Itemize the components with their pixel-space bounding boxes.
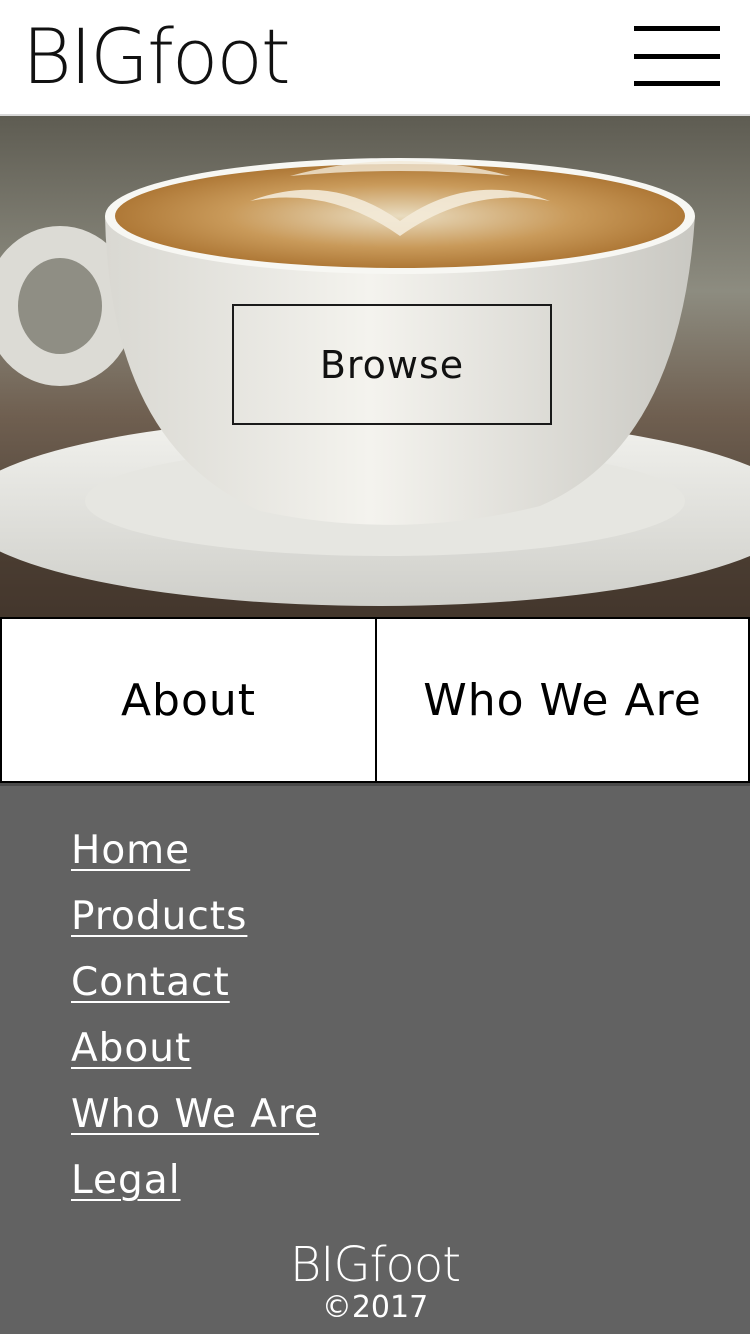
brand-logo[interactable]: BIGfoot [22, 12, 291, 102]
who-we-are-tile[interactable]: Who We Are [375, 617, 750, 783]
site-footer: Home Products Contact About Who We Are L… [0, 783, 750, 1334]
feature-tiles: About Who We Are [0, 617, 750, 783]
footer-link-legal[interactable]: Legal [71, 1154, 319, 1220]
browse-button[interactable]: Browse [232, 304, 552, 425]
footer-link-products[interactable]: Products [71, 890, 319, 956]
footer-logo: BIGfoot [289, 1237, 461, 1293]
menu-bar-bottom [634, 81, 720, 86]
menu-bar-middle [634, 54, 720, 59]
about-tile[interactable]: About [0, 617, 377, 783]
footer-link-contact[interactable]: Contact [71, 956, 319, 1022]
hamburger-menu-icon[interactable] [634, 24, 720, 88]
hero-banner: Browse [0, 116, 750, 617]
copyright-text: ©2017 [321, 1290, 429, 1325]
footer-nav: Home Products Contact About Who We Are L… [71, 824, 319, 1220]
site-header: BIGfoot [0, 0, 750, 116]
menu-bar-top [634, 26, 720, 31]
footer-link-about[interactable]: About [71, 1022, 319, 1088]
footer-link-who-we-are[interactable]: Who We Are [71, 1088, 319, 1154]
footer-link-home[interactable]: Home [71, 824, 319, 890]
